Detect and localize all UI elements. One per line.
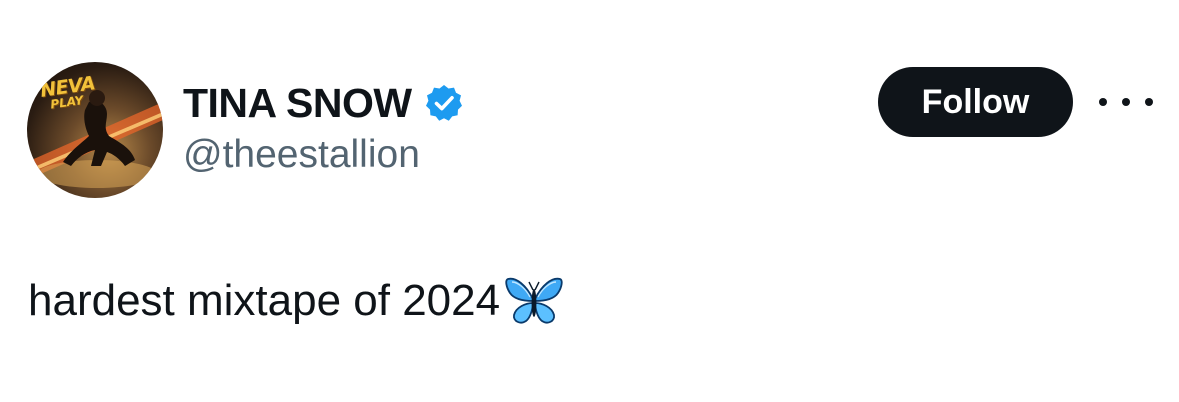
tweet-text: hardest mixtape of 2024 [28, 273, 564, 329]
more-dot [1122, 98, 1130, 106]
more-dot [1099, 98, 1107, 106]
tweet-card: NEVA PLAY TINA SNOW @theestallion Follow… [0, 0, 1179, 402]
display-name[interactable]: TINA SNOW [183, 80, 412, 127]
more-dot [1145, 98, 1153, 106]
butterfly-icon [504, 273, 564, 329]
more-horizontal-icon[interactable] [1099, 90, 1153, 114]
author-name-row: TINA SNOW [183, 80, 464, 126]
follow-button[interactable]: Follow [878, 67, 1073, 137]
verified-badge-icon[interactable] [424, 83, 464, 123]
avatar[interactable]: NEVA PLAY [27, 62, 163, 198]
tweet-text-content: hardest mixtape of 2024 [28, 276, 501, 325]
author-handle[interactable]: @theestallion [183, 133, 420, 177]
